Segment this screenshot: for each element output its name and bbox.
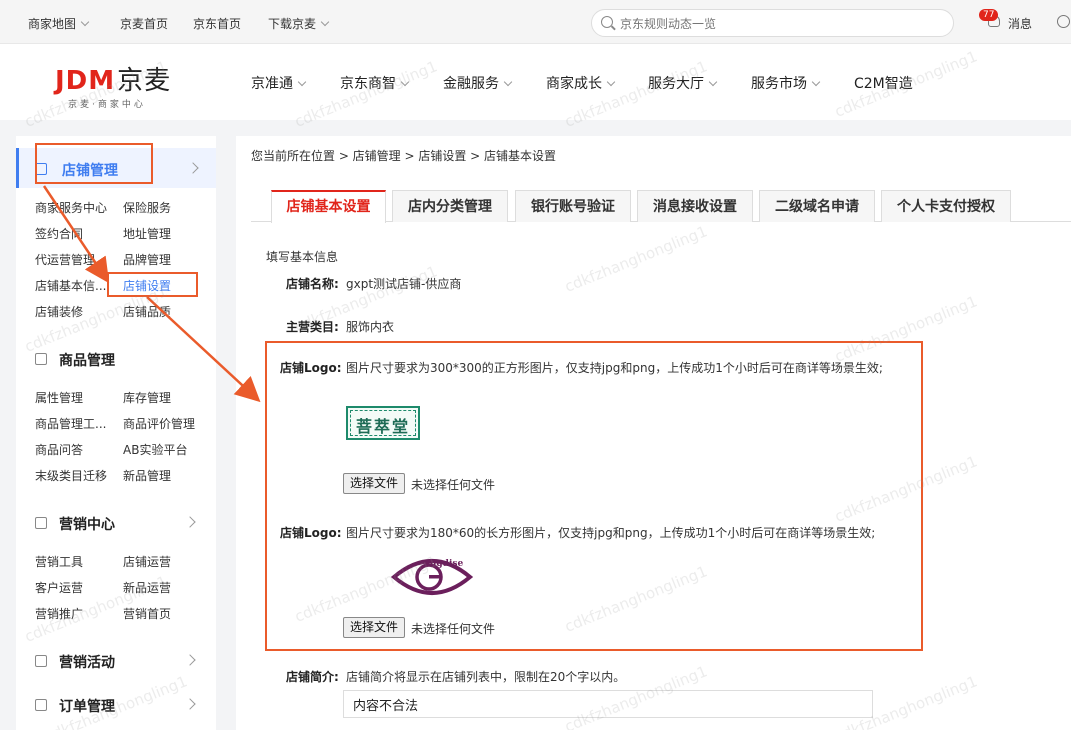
arrow-to-logo-section <box>146 296 261 403</box>
annotation-arrows <box>42 185 261 403</box>
arrow-to-store-settings <box>42 185 110 284</box>
